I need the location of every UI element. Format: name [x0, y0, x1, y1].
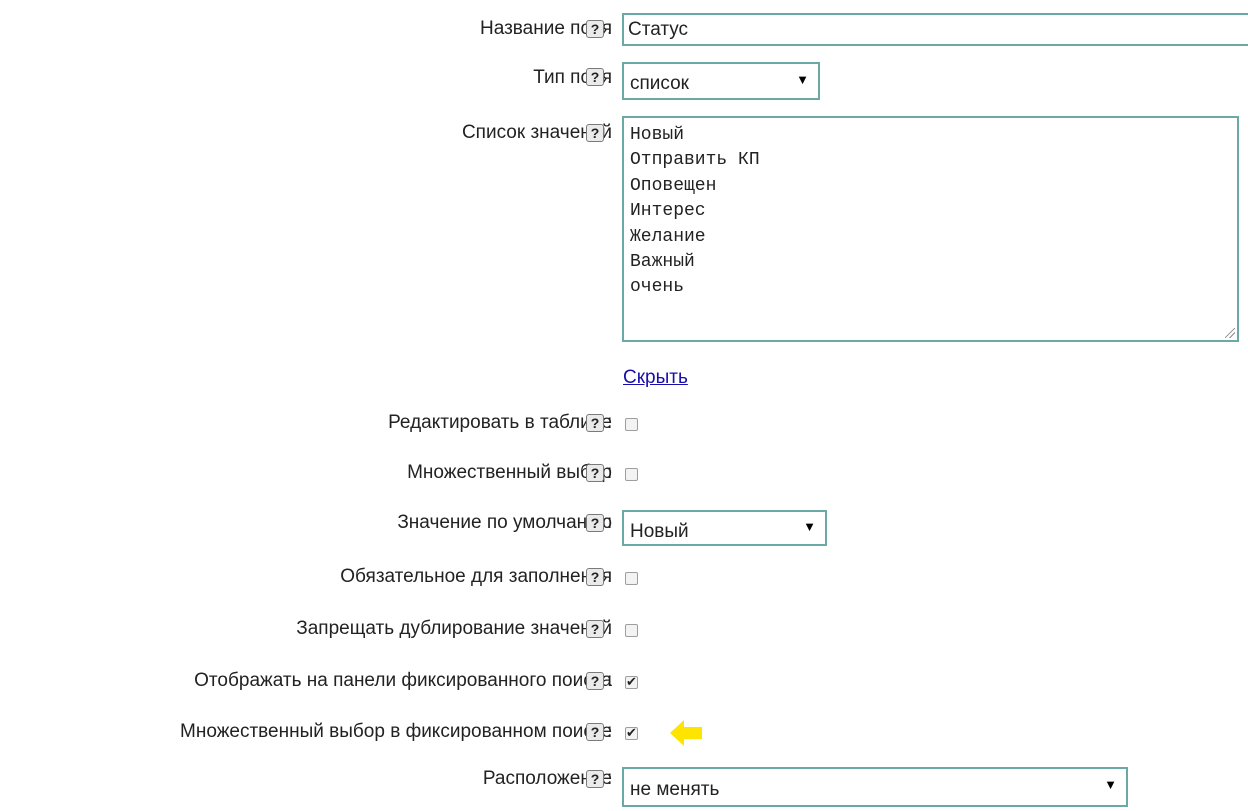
colon: :	[607, 462, 613, 483]
multiple-choice-checkbox[interactable]	[625, 468, 638, 481]
values-list-line: Желание	[630, 226, 706, 247]
location-row: Расположение ? : не менять ▼	[0, 764, 1248, 807]
default-value-label: Значение по умолчанию	[397, 512, 612, 533]
values-list-line: Важный	[630, 252, 695, 273]
show-in-fixed-search-label: Отображать на панели фиксированного поис…	[194, 670, 612, 691]
help-icon[interactable]: ?	[586, 514, 604, 532]
default-value-select[interactable]: Новый ▼	[622, 510, 827, 546]
help-icon[interactable]: ?	[586, 464, 604, 482]
help-icon[interactable]: ?	[586, 770, 604, 788]
chevron-down-icon: ▼	[803, 519, 816, 534]
colon: :	[607, 618, 613, 639]
help-icon[interactable]: ?	[586, 723, 604, 741]
location-value: не менять	[630, 779, 720, 800]
multi-in-fixed-search-checkbox[interactable]	[625, 727, 638, 740]
multiple-choice-label: Множественный выбор	[407, 462, 612, 483]
hide-link[interactable]: Скрыть	[623, 367, 688, 389]
multi-in-fixed-search-row: Множественный выбор в фиксированном поис…	[0, 719, 1248, 751]
values-list-row: Список значений ? : Новый Отправить КП О…	[0, 116, 1248, 346]
help-icon[interactable]: ?	[586, 414, 604, 432]
colon: :	[607, 566, 613, 587]
show-in-fixed-search-row: Отображать на панели фиксированного поис…	[0, 668, 1248, 698]
colon: :	[607, 768, 613, 789]
field-type-value: список	[630, 73, 689, 94]
chevron-down-icon: ▼	[796, 72, 809, 87]
colon: :	[607, 412, 613, 433]
help-icon[interactable]: ?	[586, 20, 604, 38]
multiple-choice-row: Множественный выбор ? :	[0, 460, 1248, 490]
colon: :	[607, 67, 613, 88]
resize-handle-icon[interactable]	[1225, 328, 1235, 338]
colon: :	[607, 670, 613, 691]
values-list-line: Новый	[630, 125, 685, 145]
colon: :	[607, 18, 613, 39]
no-duplicates-label: Запрещать дублирование значений	[296, 618, 612, 639]
required-label: Обязательное для заполнения	[340, 566, 612, 587]
yellow-arrow-icon	[670, 720, 702, 746]
help-icon[interactable]: ?	[586, 620, 604, 638]
help-icon[interactable]: ?	[586, 672, 604, 690]
help-icon[interactable]: ?	[586, 124, 604, 142]
default-value-row: Значение по умолчанию ? : Новый ▼	[0, 508, 1248, 548]
multi-in-fixed-search-label: Множественный выбор в фиксированном поис…	[180, 721, 612, 742]
chevron-down-icon: ▼	[1104, 777, 1117, 792]
field-type-select[interactable]: список ▼	[622, 62, 820, 100]
no-duplicates-checkbox[interactable]	[625, 624, 638, 637]
edit-in-table-row: Редактировать в таблице ? :	[0, 410, 1248, 440]
field-type-row: Тип поля ? : список ▼	[0, 62, 1248, 102]
required-checkbox[interactable]	[625, 572, 638, 585]
default-value-value: Новый	[630, 521, 689, 542]
required-row: Обязательное для заполнения ? :	[0, 564, 1248, 594]
location-select[interactable]: не менять ▼	[622, 767, 1128, 807]
colon: :	[607, 122, 613, 143]
values-list-textarea[interactable]: Новый Отправить КП Оповещен Интерес Жела…	[622, 116, 1239, 342]
edit-in-table-label: Редактировать в таблице	[388, 412, 612, 433]
field-name-input[interactable]: Статус	[622, 13, 1248, 46]
values-list-line: Отправить КП	[630, 150, 760, 171]
colon: :	[607, 721, 613, 742]
show-in-fixed-search-checkbox[interactable]	[625, 676, 638, 689]
field-name-row: Название поля ? : Статус	[0, 10, 1248, 46]
colon: :	[607, 512, 613, 533]
values-list-line: Оповещен	[630, 175, 717, 196]
edit-in-table-checkbox[interactable]	[625, 418, 638, 431]
values-list-line: очень	[630, 277, 685, 298]
values-list-line: Интерес	[630, 201, 706, 222]
help-icon[interactable]: ?	[586, 68, 604, 86]
no-duplicates-row: Запрещать дублирование значений ? :	[0, 616, 1248, 646]
help-icon[interactable]: ?	[586, 568, 604, 586]
